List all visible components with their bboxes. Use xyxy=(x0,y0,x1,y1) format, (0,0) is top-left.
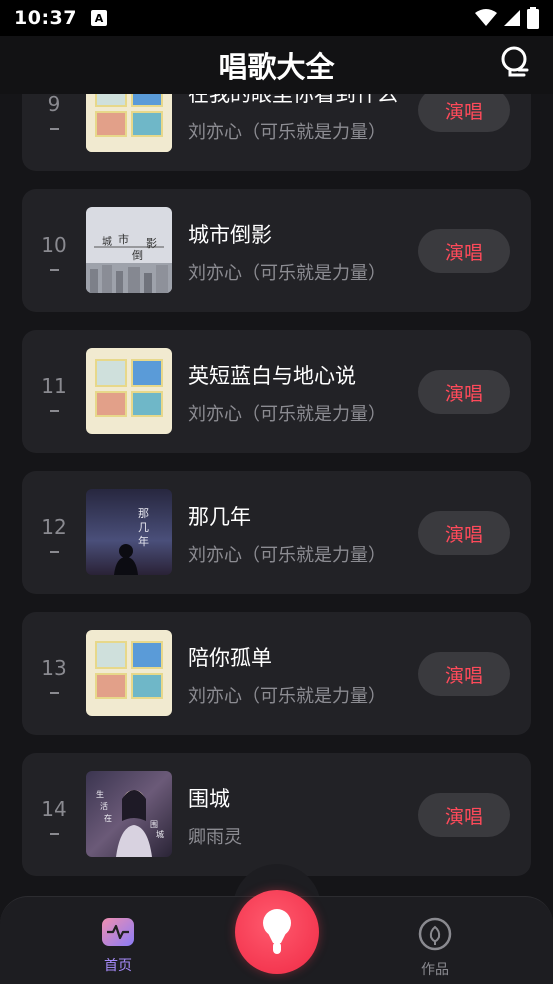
cover-text: 城 xyxy=(156,830,164,839)
sing-button[interactable]: 演唱 xyxy=(418,370,510,414)
rank-dash xyxy=(50,128,59,130)
microphone-icon xyxy=(418,917,452,951)
app-notification-icon: A xyxy=(90,10,107,26)
status-bar: 10:37 A xyxy=(0,0,553,36)
album-cover xyxy=(86,348,172,434)
song-artist: 刘亦心（可乐就是力量） xyxy=(188,686,386,707)
song-artist: 刘亦心（可乐就是力量） xyxy=(188,263,386,284)
song-rank: 14 xyxy=(41,797,67,821)
nav-works-label: 作品 xyxy=(421,962,449,978)
signal-icon xyxy=(504,10,520,26)
cover-text: 在 xyxy=(104,813,112,823)
microphone-icon xyxy=(263,909,291,954)
song-title: 陪你孤单 xyxy=(188,646,272,670)
cover-text: 围 xyxy=(150,820,158,829)
wifi-icon xyxy=(475,9,497,26)
sing-button[interactable]: 演唱 xyxy=(418,652,510,696)
page-title: 唱歌大全 xyxy=(218,50,335,84)
sing-button[interactable]: 演唱 xyxy=(418,793,510,837)
cover-text: 市 xyxy=(118,232,129,246)
song-title: 英短蓝白与地心说 xyxy=(188,364,356,388)
activity-icon xyxy=(102,918,134,946)
album-cover: 生 活 在 围 城 xyxy=(86,771,172,857)
battery-icon xyxy=(527,7,539,29)
nav-home[interactable]: 首页 xyxy=(88,917,148,975)
song-rank: 12 xyxy=(41,515,67,539)
album-cover: 城 市 倒 影 xyxy=(86,207,172,293)
rank-dash xyxy=(50,833,59,835)
song-title: 那几年 xyxy=(188,505,251,529)
song-title: 围城 xyxy=(188,787,230,811)
song-rank: 10 xyxy=(41,233,67,257)
song-card[interactable]: 13 陪你孤单 刘亦心（可乐就是力量） 演唱 xyxy=(22,612,531,735)
song-card[interactable]: 14 生 活 在 围 城 围城 卿雨灵 演唱 xyxy=(22,753,531,876)
song-rank: 11 xyxy=(41,374,67,398)
album-cover: 那 几 年 xyxy=(86,489,172,575)
album-cover xyxy=(86,630,172,716)
cover-text: 城 xyxy=(102,236,112,248)
song-rank: 9 xyxy=(47,92,61,116)
song-artist: 卿雨灵 xyxy=(188,827,242,848)
cover-text: 几 xyxy=(138,521,149,534)
record-button[interactable] xyxy=(235,890,319,974)
song-artist: 刘亦心（可乐就是力量） xyxy=(188,122,386,143)
song-artist: 刘亦心（可乐就是力量） xyxy=(188,404,386,425)
sing-button[interactable]: 演唱 xyxy=(418,511,510,555)
cover-text: 年 xyxy=(138,534,149,548)
cover-text: 活 xyxy=(100,801,108,811)
song-artist: 刘亦心（可乐就是力量） xyxy=(188,545,386,566)
rank-dash xyxy=(50,269,59,271)
cover-text: 生 xyxy=(96,789,104,799)
nav-home-label: 首页 xyxy=(104,958,132,974)
cover-text: 那 xyxy=(138,507,149,520)
song-card[interactable]: 11 英短蓝白与地心说 刘亦心（可乐就是力量） 演唱 xyxy=(22,330,531,453)
cover-text: 影 xyxy=(146,237,157,250)
song-card[interactable]: 10 城 市 倒 影 城市倒影 刘亦心（可乐就是力量） 演唱 xyxy=(22,189,531,312)
badge-letter: A xyxy=(94,11,104,25)
song-title: 城市倒影 xyxy=(188,223,272,247)
search-icon[interactable] xyxy=(497,44,533,80)
song-rank: 13 xyxy=(41,656,67,680)
cover-text: 倒 xyxy=(132,249,143,262)
rank-dash xyxy=(50,551,59,553)
sing-button[interactable]: 演唱 xyxy=(418,88,510,132)
nav-works[interactable]: 作品 xyxy=(405,917,465,979)
app-header: 唱歌大全 xyxy=(0,36,553,94)
song-card[interactable]: 12 那 几 年 那几年 刘亦心（可乐就是力量） 演唱 xyxy=(22,471,531,594)
status-icons xyxy=(475,7,539,29)
rank-dash xyxy=(50,410,59,412)
status-time: 10:37 xyxy=(14,7,77,29)
sing-button[interactable]: 演唱 xyxy=(418,229,510,273)
song-list: 9 在我的眼里你看到什么 刘亦心（可乐就是力量） 演唱 10 城 市 倒 影 城… xyxy=(22,48,531,894)
rank-dash xyxy=(50,692,59,694)
